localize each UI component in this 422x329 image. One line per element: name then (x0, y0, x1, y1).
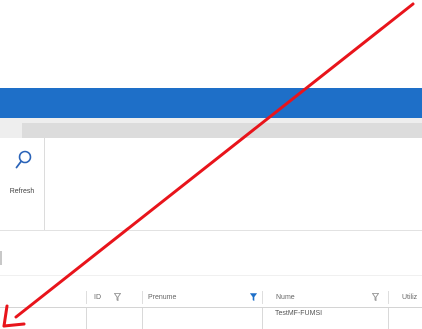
filter-active-icon[interactable] (250, 293, 257, 301)
ribbon: Refresh (0, 138, 422, 231)
grid-header: ID Prenume Nume Utiliz (0, 288, 422, 308)
cell-prenume (142, 308, 262, 329)
cell-utiliz (388, 308, 422, 329)
filter-icon[interactable] (114, 293, 121, 301)
column-separator (262, 291, 263, 304)
search-icon (15, 150, 32, 169)
column-separator (86, 291, 87, 304)
title-bar (0, 88, 422, 118)
table-row[interactable]: TestMF-FUMSI (0, 308, 422, 329)
column-header-utiliz[interactable]: Utiliz (402, 288, 417, 307)
app-window: Refresh ID Prenume Nume Utiliz TestMF-FU… (0, 0, 422, 329)
column-header-prenume[interactable]: Prenume (148, 288, 176, 307)
filter-strip (0, 243, 422, 276)
filter-icon[interactable] (372, 293, 379, 301)
ribbon-tab-area (22, 123, 422, 138)
column-separator (388, 291, 389, 304)
cell-id (86, 308, 142, 329)
cell-nume: TestMF-FUMSI (262, 308, 388, 329)
column-header-id[interactable]: ID (94, 288, 101, 307)
ribbon-group-refresh: Refresh (0, 138, 45, 230)
refresh-label: Refresh (9, 188, 35, 195)
column-header-nume[interactable]: Nume (276, 288, 295, 307)
refresh-button[interactable]: Refresh (2, 146, 42, 202)
filter-field-edge (0, 251, 2, 265)
column-separator (142, 291, 143, 304)
